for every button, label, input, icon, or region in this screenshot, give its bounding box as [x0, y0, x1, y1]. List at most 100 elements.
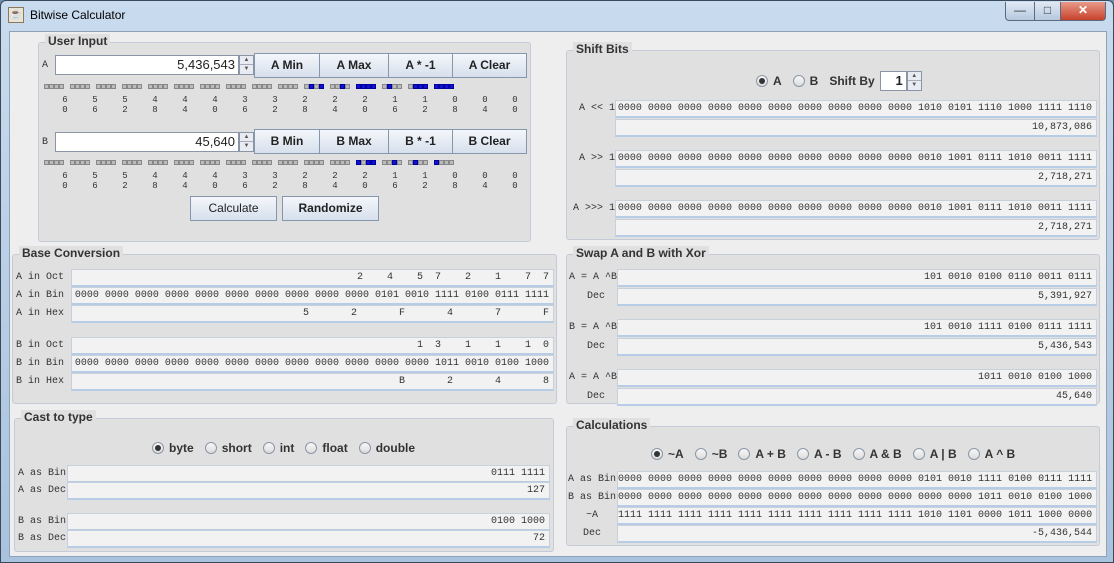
cast-panel: Cast to type byte short int float double A a…: [14, 410, 554, 552]
a-spinner[interactable]: ▲ ▼: [239, 55, 254, 75]
spin-up-icon[interactable]: ▲: [240, 133, 253, 142]
radio-selected-icon[interactable]: [756, 75, 768, 87]
shift-by-spinner[interactable]: ▲ ▼: [906, 71, 922, 91]
cast-type-option[interactable]: double: [358, 441, 415, 455]
bit-cell[interactable]: [111, 84, 116, 89]
shift-by-input[interactable]: 1: [879, 71, 907, 91]
calc-value-field: 0000 0000 0000 0000 0000 0000 0000 0000 …: [617, 471, 1097, 489]
bit-cell[interactable]: [293, 84, 298, 89]
bit-cell[interactable]: [345, 160, 350, 165]
spin-down-icon[interactable]: ▼: [240, 65, 253, 74]
spin-up-icon[interactable]: ▲: [907, 72, 921, 81]
shift-radio-a[interactable]: A: [756, 74, 782, 88]
bit-weight-label: 2 8: [302, 171, 308, 191]
base-row-label: A in Oct: [16, 272, 65, 283]
bit-cell[interactable]: [423, 84, 428, 89]
bit-cell[interactable]: [267, 84, 272, 89]
bit-cell[interactable]: [371, 84, 376, 89]
b-min-button[interactable]: B Min: [254, 129, 320, 154]
spin-down-icon[interactable]: ▼: [240, 142, 253, 151]
cast-type-option[interactable]: short: [204, 441, 252, 455]
bit-cell[interactable]: [397, 160, 402, 165]
spin-up-icon[interactable]: ▲: [240, 56, 253, 65]
bit-cell[interactable]: [85, 84, 90, 89]
a-input[interactable]: 5,436,543: [55, 55, 239, 75]
bit-nibble: [252, 84, 272, 89]
bit-cell[interactable]: [163, 160, 168, 165]
bit-weight-label: 4 8: [152, 171, 158, 191]
title-bar[interactable]: ☕ Bitwise Calculator — □ ✕: [1, 1, 1113, 31]
bit-cell[interactable]: [163, 84, 168, 89]
randomize-button[interactable]: Randomize: [282, 196, 379, 221]
calc-op-option[interactable]: A | B: [912, 447, 957, 461]
cast-type-option[interactable]: int: [262, 441, 294, 455]
b-clear-button[interactable]: B Clear: [452, 129, 527, 154]
radio-icon[interactable]: [796, 448, 809, 460]
radio-icon[interactable]: [694, 448, 707, 460]
bit-cell[interactable]: [319, 84, 324, 89]
bit-cell[interactable]: [59, 84, 64, 89]
bit-cell[interactable]: [345, 84, 350, 89]
radio-icon[interactable]: [912, 448, 925, 460]
bit-cell[interactable]: [449, 160, 454, 165]
bit-cell[interactable]: [241, 84, 246, 89]
bit-cell[interactable]: [59, 160, 64, 165]
a-max-button[interactable]: A Max: [319, 53, 389, 78]
radio-selected-icon[interactable]: [651, 448, 663, 460]
cast-type-option[interactable]: float: [305, 441, 348, 455]
bit-cell[interactable]: [137, 84, 142, 89]
swap-dec-field: 5,436,543: [617, 338, 1097, 356]
calc-op-option[interactable]: ~B: [694, 447, 727, 461]
radio-selected-icon[interactable]: [152, 442, 164, 454]
radio-icon[interactable]: [852, 448, 865, 460]
bit-nibble: [356, 160, 376, 165]
cast-type-option[interactable]: byte: [152, 441, 194, 455]
calc-op-option[interactable]: ~A: [651, 447, 684, 461]
user-input-title: User Input: [45, 34, 111, 48]
radio-icon[interactable]: [738, 448, 751, 460]
close-button[interactable]: ✕: [1060, 2, 1106, 21]
b-max-button[interactable]: B Max: [319, 129, 389, 154]
radio-icon[interactable]: [967, 448, 980, 460]
radio-icon[interactable]: [792, 75, 805, 87]
bit-cell[interactable]: [241, 160, 246, 165]
maximize-button[interactable]: □: [1034, 2, 1061, 21]
bit-cell[interactable]: [215, 160, 220, 165]
spin-down-icon[interactable]: ▼: [908, 81, 921, 90]
b-input[interactable]: 45,640: [55, 132, 239, 152]
bit-nibble: [122, 84, 142, 89]
calc-op-option[interactable]: A & B: [852, 447, 902, 461]
radio-icon[interactable]: [358, 442, 371, 454]
bit-cell[interactable]: [111, 160, 116, 165]
calc-op-option[interactable]: A + B: [738, 447, 786, 461]
b-label: B: [42, 137, 49, 148]
bit-cell[interactable]: [293, 160, 298, 165]
radio-icon[interactable]: [305, 442, 318, 454]
calculate-button[interactable]: Calculate: [190, 196, 277, 221]
bit-cell[interactable]: [371, 160, 376, 165]
bit-cell[interactable]: [189, 84, 194, 89]
minimize-button[interactable]: —: [1005, 2, 1035, 21]
bit-cell[interactable]: [449, 84, 454, 89]
b-spinner[interactable]: ▲ ▼: [239, 132, 254, 152]
calc-value-field: -5,436,544: [617, 525, 1097, 543]
bit-cell[interactable]: [215, 84, 220, 89]
bit-cell[interactable]: [189, 160, 194, 165]
a-min-button[interactable]: A Min: [254, 53, 320, 78]
a-clear-button[interactable]: A Clear: [452, 53, 527, 78]
calc-op-option[interactable]: A - B: [796, 447, 842, 461]
bit-cell[interactable]: [319, 160, 324, 165]
cast-row-label: B as Dec: [18, 533, 67, 544]
radio-icon[interactable]: [204, 442, 217, 454]
bit-cell[interactable]: [397, 84, 402, 89]
radio-icon[interactable]: [262, 442, 275, 454]
a-negate-button[interactable]: A * -1: [388, 53, 453, 78]
shift-radio-b[interactable]: B: [792, 74, 818, 88]
bit-cell[interactable]: [85, 160, 90, 165]
bit-cell[interactable]: [137, 160, 142, 165]
bit-nibble: [70, 84, 90, 89]
bit-cell[interactable]: [423, 160, 428, 165]
b-negate-button[interactable]: B * -1: [388, 129, 453, 154]
calc-op-option[interactable]: A ^ B: [967, 447, 1015, 461]
bit-cell[interactable]: [267, 160, 272, 165]
